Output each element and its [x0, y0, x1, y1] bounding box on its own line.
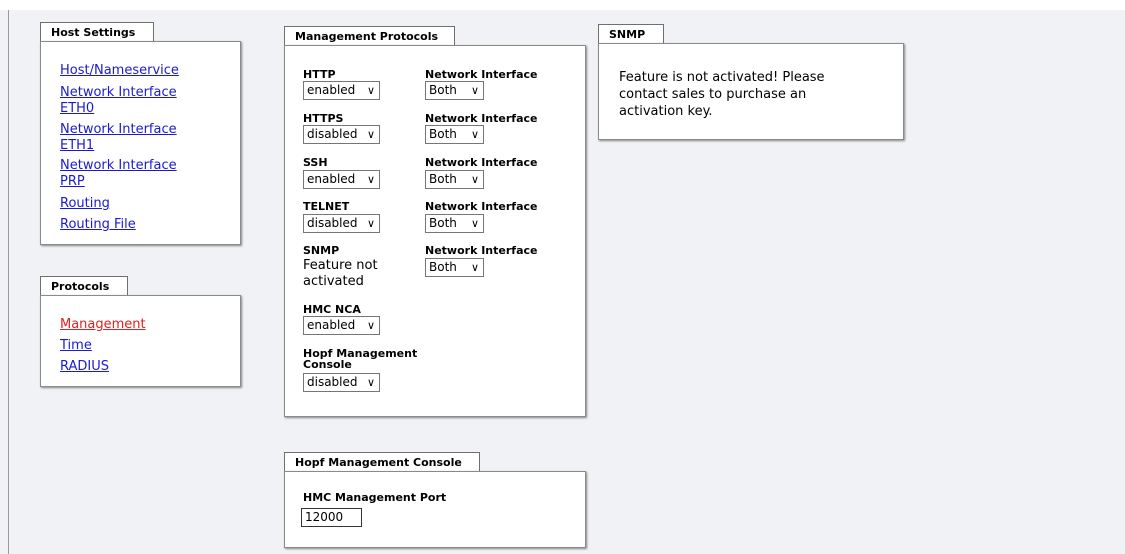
select-value: disabled [307, 216, 358, 230]
hopf-console-box: HMC Management Port 12000 [284, 471, 586, 548]
link-radius[interactable]: RADIUS [60, 359, 109, 375]
link-label-line1: Network Interface [60, 122, 177, 137]
chevron-down-icon: ∨ [470, 261, 479, 274]
management-protocols-tab[interactable]: Management Protocols [284, 26, 455, 46]
chevron-down-icon: ∨ [366, 319, 375, 332]
link-network-interface-eth0[interactable]: Network Interface ETH0 [60, 85, 177, 117]
select-value: Both [429, 260, 457, 274]
host-settings-box: Host/Nameservice Network Interface ETH0 … [40, 41, 241, 245]
select-value: Both [429, 172, 457, 186]
http-interface-select[interactable]: Both ∨ [425, 81, 484, 100]
https-interface-select[interactable]: Both ∨ [425, 125, 484, 144]
ssh-interface-label: Network Interface [425, 156, 538, 169]
select-value: disabled [307, 375, 358, 389]
select-value: enabled [307, 83, 356, 97]
chevron-down-icon: ∨ [366, 173, 375, 186]
ssh-select[interactable]: enabled ∨ [303, 170, 380, 189]
link-label-line2: ETH1 [60, 138, 95, 153]
chevron-down-icon: ∨ [470, 217, 479, 230]
chevron-down-icon: ∨ [366, 376, 375, 389]
link-routing[interactable]: Routing [60, 196, 110, 212]
telnet-interface-label: Network Interface [425, 200, 538, 213]
http-label: HTTP [303, 68, 336, 81]
chevron-down-icon: ∨ [366, 84, 375, 97]
snmp-status-line2: activated [303, 274, 364, 289]
chevron-down-icon: ∨ [470, 128, 479, 141]
snmp-message-line: Feature is not activated! Please [619, 70, 825, 85]
snmp-tab[interactable]: SNMP [598, 24, 664, 44]
telnet-label: TELNET [303, 200, 350, 213]
https-interface-label: Network Interface [425, 112, 538, 125]
snmp-message: Feature is not activated! Please contact… [619, 69, 869, 120]
snmp-label: SNMP [303, 244, 340, 257]
link-host-nameservice[interactable]: Host/Nameservice [60, 63, 179, 79]
link-label-line2: PRP [60, 174, 85, 189]
select-value: disabled [307, 127, 358, 141]
link-label-line1: Network Interface [60, 85, 177, 100]
snmp-status-line1: Feature not [303, 258, 378, 273]
telnet-interface-select[interactable]: Both ∨ [425, 214, 484, 233]
hmc-port-label: HMC Management Port [303, 491, 447, 504]
http-interface-label: Network Interface [425, 68, 538, 81]
chevron-down-icon: ∨ [470, 173, 479, 186]
management-protocols-box: HTTP enabled ∨ Network Interface Both ∨ HT… [284, 45, 586, 417]
chevron-down-icon: ∨ [366, 128, 375, 141]
http-select[interactable]: enabled ∨ [303, 81, 380, 100]
link-label-line2: ETH0 [60, 101, 95, 116]
hmc-port-input[interactable]: 12000 [301, 508, 362, 527]
snmp-box: Feature is not activated! Please contact… [598, 43, 904, 140]
select-value: Both [429, 216, 457, 230]
snmp-message-line: contact sales to purchase an [619, 87, 807, 102]
link-time[interactable]: Time [60, 338, 92, 354]
protocols-tab[interactable]: Protocols [40, 276, 128, 296]
https-select[interactable]: disabled ∨ [303, 125, 380, 144]
chevron-down-icon: ∨ [470, 84, 479, 97]
snmp-interface-select[interactable]: Both ∨ [425, 258, 484, 277]
link-management[interactable]: Management [60, 317, 146, 333]
link-network-interface-prp[interactable]: Network Interface PRP [60, 158, 177, 190]
ssh-interface-select[interactable]: Both ∨ [425, 170, 484, 189]
hmc-nca-label: HMC NCA [303, 303, 361, 316]
left-divider [8, 10, 9, 554]
top-bar [0, 0, 1125, 10]
select-value: enabled [307, 172, 356, 186]
snmp-message-line: activation key. [619, 104, 713, 119]
link-label-line1: Network Interface [60, 158, 177, 173]
select-value: enabled [307, 318, 356, 332]
https-label: HTTPS [303, 112, 344, 125]
telnet-select[interactable]: disabled ∨ [303, 214, 380, 233]
chevron-down-icon: ∨ [366, 217, 375, 230]
snmp-interface-label: Network Interface [425, 244, 538, 257]
hopf-console-select[interactable]: disabled ∨ [303, 373, 380, 392]
hmc-nca-select[interactable]: enabled ∨ [303, 316, 380, 335]
hopf-console-tab[interactable]: Hopf Management Console [284, 452, 480, 472]
protocols-box: Management Time RADIUS [40, 295, 241, 387]
host-settings-tab[interactable]: Host Settings [40, 22, 154, 42]
select-value: Both [429, 127, 457, 141]
hopf-console-label-line2: Console [303, 358, 352, 371]
select-value: Both [429, 83, 457, 97]
link-routing-file[interactable]: Routing File [60, 217, 136, 233]
ssh-label: SSH [303, 156, 328, 169]
link-network-interface-eth1[interactable]: Network Interface ETH1 [60, 122, 177, 154]
